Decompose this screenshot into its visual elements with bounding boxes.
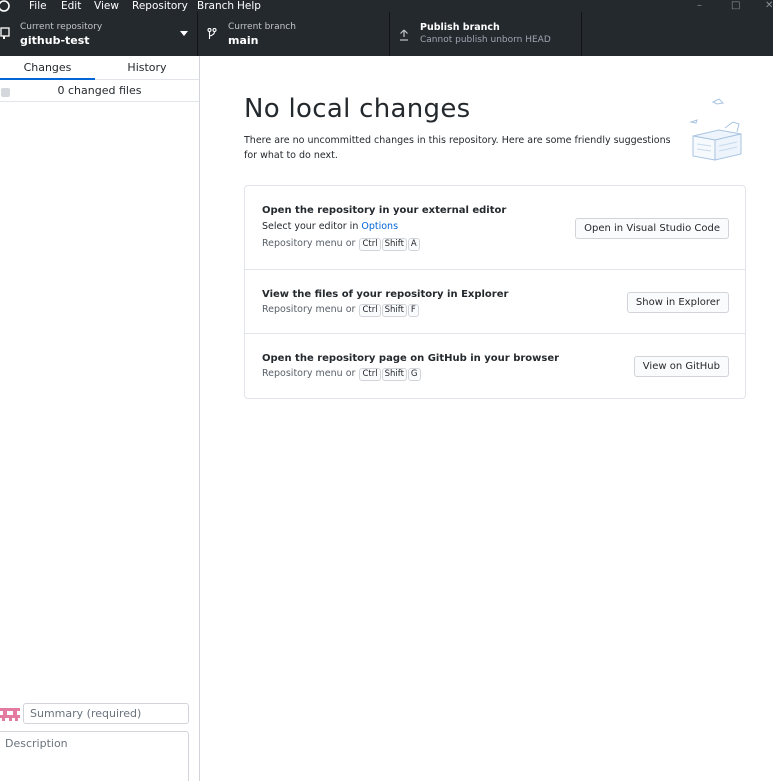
view-on-github-button[interactable]: View on GitHub (633, 356, 729, 377)
open-in-editor-button[interactable]: Open in Visual Studio Code (575, 218, 729, 239)
changed-files-header: 0 changed files (0, 80, 199, 102)
branch-label: Current branch (228, 22, 296, 32)
suggestion-view-on-github: Open the repository page on GitHub in yo… (245, 334, 745, 398)
close-icon[interactable]: ✕ (765, 0, 773, 11)
main-panel: No local changes There are no uncommitte… (201, 56, 773, 781)
menu-branch[interactable]: Branch (197, 0, 234, 12)
tab-changes[interactable]: Changes (0, 56, 95, 80)
suggestion-shortcut: Repository menu or Ctrl Shift A (262, 238, 420, 251)
menu-bar: File Edit View Repository Branch Help – … (0, 0, 773, 12)
shortcut-prefix: Repository menu or (262, 238, 356, 249)
menu-repository[interactable]: Repository (132, 0, 188, 12)
sidebar-tabs: Changes History (0, 56, 199, 80)
suggestion-title: Open the repository in your external edi… (262, 205, 507, 216)
suggestion-shortcut: Repository menu or Ctrl Shift G (262, 368, 421, 381)
suggestion-title: View the files of your repository in Exp… (262, 289, 509, 300)
suggestion-shortcut: Repository menu or Ctrl Shift F (262, 304, 419, 317)
publish-title: Publish branch (420, 22, 500, 33)
description-input[interactable] (0, 731, 189, 781)
branch-name: main (228, 34, 259, 47)
key-ctrl: Ctrl (359, 238, 381, 251)
editor-prefix: Select your editor in (262, 221, 362, 232)
options-link[interactable]: Options (361, 221, 398, 232)
sidebar: Changes History 0 changed files (0, 56, 200, 781)
summary-input[interactable] (23, 703, 189, 724)
suggestions-list: Open the repository in your external edi… (244, 185, 746, 399)
publish-branch-button[interactable]: Publish branch Cannot publish unborn HEA… (390, 12, 582, 56)
publish-subtitle: Cannot publish unborn HEAD (420, 35, 551, 45)
repo-icon (0, 27, 10, 39)
menu-file[interactable]: File (29, 0, 47, 12)
suggestion-editor-line: Select your editor in Options (262, 221, 398, 232)
repository-label: Current repository (20, 22, 103, 32)
commit-form (0, 696, 199, 781)
page-title: No local changes (244, 94, 471, 124)
tab-history[interactable]: History (95, 56, 199, 80)
no-changes-illustration-icon (689, 98, 742, 161)
show-in-explorer-button[interactable]: Show in Explorer (626, 292, 729, 313)
key-a: A (407, 238, 420, 251)
menu-edit[interactable]: Edit (61, 0, 81, 12)
avatar (0, 708, 20, 721)
shortcut-prefix: Repository menu or (262, 304, 356, 315)
chevron-down-icon (180, 31, 188, 36)
suggestion-title: Open the repository page on GitHub in yo… (262, 353, 560, 364)
suggestion-open-editor: Open the repository in your external edi… (245, 186, 745, 270)
key-ctrl: Ctrl (359, 368, 381, 381)
key-shift: Shift (381, 304, 407, 317)
upload-icon (400, 29, 408, 41)
toolbar: Current repository github-test Current b… (0, 12, 773, 56)
minimize-icon[interactable]: – (697, 0, 702, 11)
repository-selector[interactable]: Current repository github-test (0, 12, 198, 56)
menu-view[interactable]: View (94, 0, 119, 12)
key-f: F (407, 304, 419, 317)
repository-name: github-test (20, 34, 90, 47)
menu-help[interactable]: Help (237, 0, 261, 12)
key-shift: Shift (381, 238, 407, 251)
key-g: G (407, 368, 421, 381)
branch-icon (207, 28, 217, 39)
suggestion-show-in-explorer: View the files of your repository in Exp… (245, 270, 745, 334)
key-shift: Shift (381, 368, 407, 381)
key-ctrl: Ctrl (359, 304, 381, 317)
branch-selector[interactable]: Current branch main (198, 12, 390, 56)
changed-files-count: 0 changed files (57, 84, 142, 97)
maximize-icon[interactable]: □ (731, 0, 740, 11)
page-subtitle: There are no uncommitted changes in this… (244, 135, 671, 161)
shortcut-prefix: Repository menu or (262, 368, 356, 379)
github-logo-icon (0, 0, 10, 12)
